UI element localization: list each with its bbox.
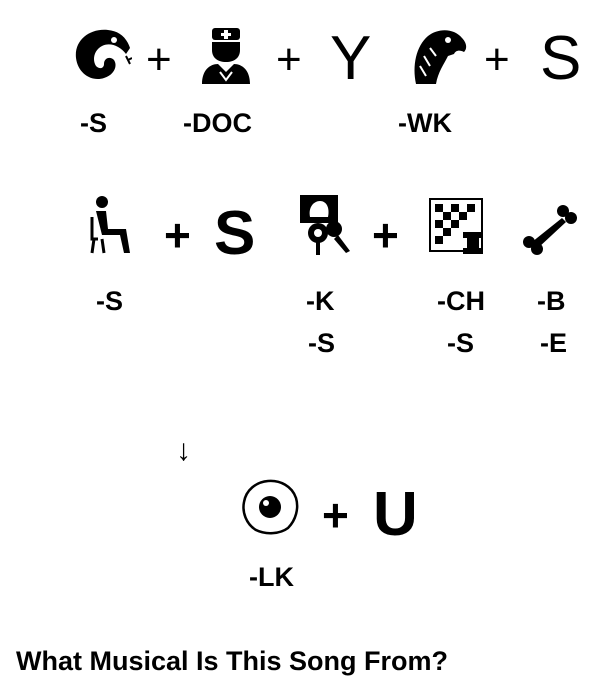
down-arrow: ↓ [176, 434, 191, 467]
plus-operator: + [484, 35, 510, 84]
key-finder-icon [300, 195, 350, 255]
plus-operator: + [372, 209, 399, 261]
plus-operator: + [276, 35, 302, 84]
removal-label: -LK [249, 562, 294, 592]
seated-person-icon [90, 196, 130, 254]
question-text: What Musical Is This Song From? [16, 646, 449, 676]
letter-u: U [373, 480, 418, 549]
bone-icon [523, 205, 577, 255]
plus-operator: + [164, 209, 191, 261]
doctor-icon [202, 28, 250, 84]
letter-y: Y [330, 24, 372, 93]
removal-label: -E [540, 328, 567, 358]
snake-icon [75, 29, 132, 80]
letter-s: S [540, 24, 582, 93]
removal-label: -WK [398, 108, 452, 138]
removal-label: -DOC [183, 108, 252, 138]
removal-label: -B [537, 286, 566, 316]
plus-operator: + [322, 489, 349, 541]
removal-label: -K [306, 286, 335, 316]
removal-label: -CH [437, 286, 485, 316]
plus-operator: + [146, 35, 172, 84]
chessboard-icon [429, 198, 483, 254]
letter-s: S [214, 199, 256, 268]
removal-label: -S [308, 328, 335, 358]
removal-label: -S [80, 108, 107, 138]
fried-egg-icon [242, 479, 299, 535]
removal-label: -S [96, 286, 123, 316]
eagle-head-icon [414, 30, 467, 84]
removal-label: -S [447, 328, 474, 358]
